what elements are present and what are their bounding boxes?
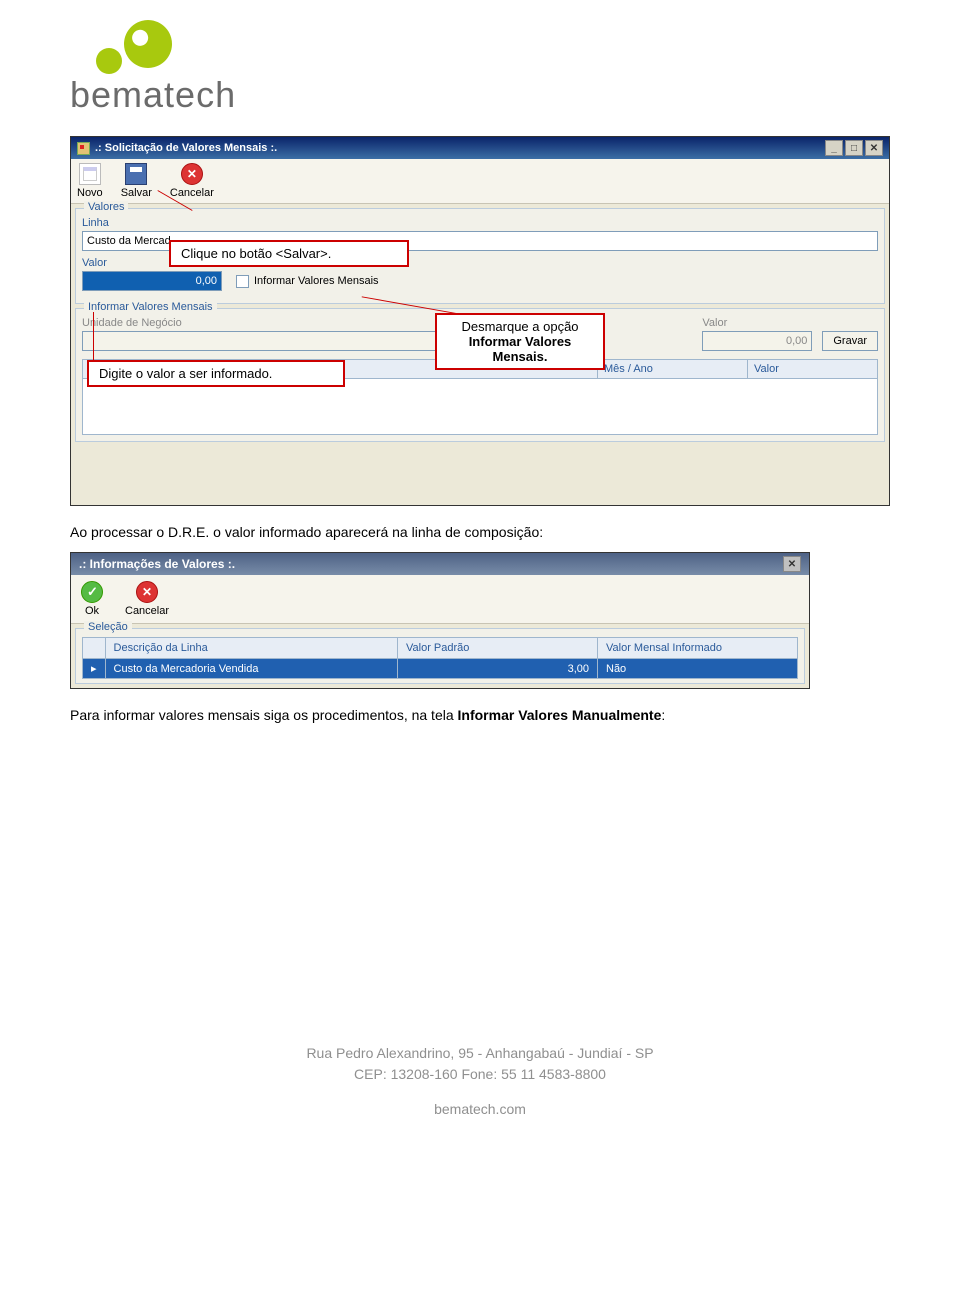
logo-text: bematech xyxy=(70,74,890,116)
group-label-selecao: Seleção xyxy=(84,621,132,633)
footer-addr: Rua Pedro Alexandrino, 95 - Anhangabaú -… xyxy=(70,1043,890,1064)
cell-vpadrao: 3,00 xyxy=(398,659,598,679)
footer: Rua Pedro Alexandrino, 95 - Anhangabaú -… xyxy=(70,1043,890,1120)
col-desc[interactable]: Descrição da Linha xyxy=(105,638,397,659)
cell-desc: Custo da Mercadoria Vendida xyxy=(105,659,397,679)
cancel-icon-2 xyxy=(136,581,158,603)
row-marker: ▸ xyxy=(83,659,106,679)
footer-site: bematech.com xyxy=(70,1099,890,1120)
titlebar2[interactable]: .: Informações de Valores :. ✕ xyxy=(71,553,809,575)
informar-checkbox[interactable] xyxy=(236,275,249,288)
linha-label: Linha xyxy=(82,217,878,229)
ok-button[interactable]: Ok xyxy=(81,581,103,617)
valor2-label: Valor xyxy=(702,317,812,329)
save-icon xyxy=(125,163,147,185)
informar-checkbox-label: Informar Valores Mensais xyxy=(254,275,379,287)
close-button[interactable]: ✕ xyxy=(865,140,883,156)
cancelar-button-2[interactable]: Cancelar xyxy=(125,581,169,617)
col-mesano[interactable]: Mês / Ano xyxy=(598,360,748,379)
new-icon xyxy=(79,163,101,185)
window-solicitacao: .: Solicitação de Valores Mensais :. _ □… xyxy=(70,136,890,506)
window2-title: .: Informações de Valores :. xyxy=(79,557,235,571)
col-vpadrao[interactable]: Valor Padrão xyxy=(398,638,598,659)
selecao-table: Descrição da Linha Valor Padrão Valor Me… xyxy=(82,637,798,679)
titlebar[interactable]: .: Solicitação de Valores Mensais :. _ □… xyxy=(71,137,889,159)
callout-digite: Digite o valor a ser informado. xyxy=(87,360,345,387)
group-label-informar: Informar Valores Mensais xyxy=(84,301,217,313)
callout-salvar: Clique no botão <Salvar>. xyxy=(169,240,409,267)
gravar-button[interactable]: Gravar xyxy=(822,331,878,351)
maximize-button[interactable]: □ xyxy=(845,140,863,156)
paragraph-2: Para informar valores mensais siga os pr… xyxy=(70,707,890,723)
group-label-valores: Valores xyxy=(84,201,128,213)
logo: bematech xyxy=(70,20,890,116)
cancelar-button[interactable]: Cancelar xyxy=(170,163,214,199)
valor2-input[interactable] xyxy=(702,331,812,351)
footer-cep: CEP: 13208-160 Fone: 55 11 4583-8800 xyxy=(70,1064,890,1085)
salvar-button[interactable]: Salvar xyxy=(121,163,152,199)
table-row[interactable]: ▸ Custo da Mercadoria Vendida 3,00 Não xyxy=(83,659,798,679)
ok-icon xyxy=(81,581,103,603)
novo-button[interactable]: Novo xyxy=(77,163,103,199)
col-vmensal[interactable]: Valor Mensal Informado xyxy=(598,638,798,659)
window-icon xyxy=(77,142,90,155)
paragraph-1: Ao processar o D.R.E. o valor informado … xyxy=(70,524,890,540)
cancel-icon xyxy=(181,163,203,185)
callout-desmarque: Desmarque a opção Informar Valores Mensa… xyxy=(435,313,605,370)
minimize-button[interactable]: _ xyxy=(825,140,843,156)
valor-input[interactable] xyxy=(82,271,222,291)
window-title: .: Solicitação de Valores Mensais :. xyxy=(95,142,277,154)
toolbar: Novo Salvar Cancelar xyxy=(71,159,889,204)
cell-vmensal: Não xyxy=(598,659,798,679)
toolbar2: Ok Cancelar xyxy=(71,575,809,624)
group-selecao: Seleção Descrição da Linha Valor Padrão … xyxy=(75,628,805,684)
close-button-2[interactable]: ✕ xyxy=(783,556,801,572)
window-informacoes: .: Informações de Valores :. ✕ Ok Cancel… xyxy=(70,552,810,689)
col-valor[interactable]: Valor xyxy=(748,360,878,379)
